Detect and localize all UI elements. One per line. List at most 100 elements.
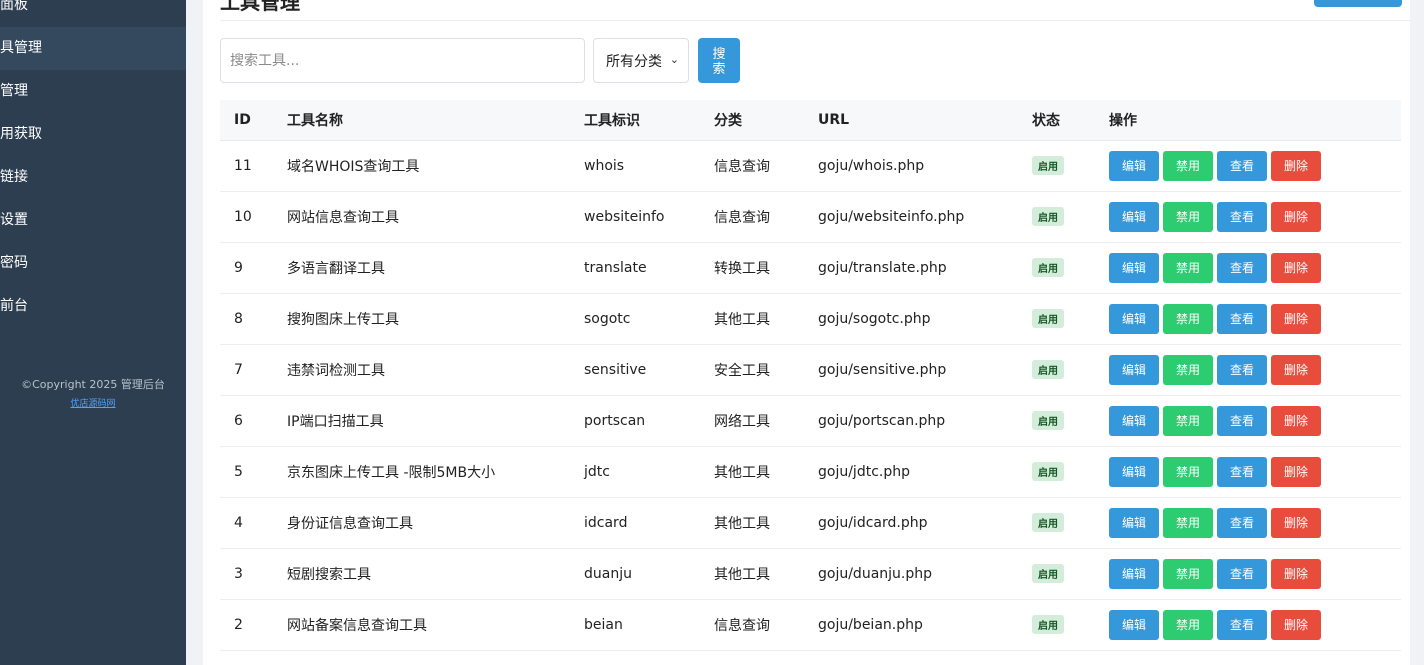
cell-id: 6 xyxy=(220,395,287,447)
view-button[interactable]: 查看 xyxy=(1217,252,1267,283)
disable-button[interactable]: 禁用 xyxy=(1163,303,1213,334)
table-header-row: ID 工具名称 工具标识 分类 URL 状态 操作 xyxy=(220,100,1401,141)
disable-button[interactable]: 禁用 xyxy=(1163,201,1213,232)
disable-button[interactable]: 禁用 xyxy=(1163,558,1213,589)
edit-button[interactable]: 编辑 xyxy=(1109,507,1159,538)
view-button[interactable]: 查看 xyxy=(1217,354,1267,385)
cell-url: goju/portscan.php xyxy=(818,395,1032,447)
sidebar-item[interactable]: 改密码 xyxy=(0,242,186,285)
cell-slug: sogotc xyxy=(584,293,714,345)
cell-name: 违禁词检测工具 xyxy=(287,344,584,396)
cell-slug: idcard xyxy=(584,497,714,549)
cell-slug: beian xyxy=(584,599,714,651)
cell-category: 安全工具 xyxy=(714,344,818,396)
disable-button[interactable]: 禁用 xyxy=(1163,405,1213,436)
cell-actions: 编辑 禁用 查看 删除 xyxy=(1109,344,1401,396)
view-button[interactable]: 查看 xyxy=(1217,150,1267,181)
edit-button[interactable]: 编辑 xyxy=(1109,201,1159,232)
disable-button[interactable]: 禁用 xyxy=(1163,507,1213,538)
delete-button[interactable]: 删除 xyxy=(1271,150,1321,181)
edit-button[interactable]: 编辑 xyxy=(1109,303,1159,334)
cell-status: 启用 xyxy=(1032,599,1109,651)
cell-url: goju/duanju.php xyxy=(818,548,1032,600)
status-badge: 启用 xyxy=(1032,411,1064,430)
delete-button[interactable]: 删除 xyxy=(1271,303,1321,334)
disable-button[interactable]: 禁用 xyxy=(1163,150,1213,181)
view-button[interactable]: 查看 xyxy=(1217,303,1267,334)
edit-button[interactable]: 编辑 xyxy=(1109,252,1159,283)
cell-id: 11 xyxy=(220,140,287,192)
cell-status: 启用 xyxy=(1032,344,1109,396)
cell-url: goju/idcard.php xyxy=(818,497,1032,549)
status-badge: 启用 xyxy=(1032,360,1064,379)
delete-button[interactable]: 删除 xyxy=(1271,252,1321,283)
search-input[interactable] xyxy=(220,38,585,83)
cell-actions: 编辑 禁用 查看 删除 xyxy=(1109,395,1401,447)
cell-id: 5 xyxy=(220,446,287,498)
sidebar-item[interactable]: 工具管理 xyxy=(0,27,186,70)
cell-id: 3 xyxy=(220,548,287,600)
edit-button[interactable]: 编辑 xyxy=(1109,609,1159,640)
delete-button[interactable]: 删除 xyxy=(1271,456,1321,487)
delete-button[interactable]: 删除 xyxy=(1271,507,1321,538)
add-tool-button[interactable] xyxy=(1314,0,1402,7)
cell-category: 其他工具 xyxy=(714,293,818,345)
table-row: 2 网站备案信息查询工具 beian 信息查询 goju/beian.php 启用 编辑 禁用… xyxy=(220,599,1401,651)
status-badge: 启用 xyxy=(1032,156,1064,175)
col-header-url: URL xyxy=(818,100,1032,141)
status-badge: 启用 xyxy=(1032,564,1064,583)
copyright-link[interactable]: 优店源码网 xyxy=(70,399,115,409)
cell-url: goju/websiteinfo.php xyxy=(818,191,1032,243)
delete-button[interactable]: 删除 xyxy=(1271,558,1321,589)
sidebar-item[interactable]: 情链接 xyxy=(0,156,186,199)
view-button[interactable]: 查看 xyxy=(1217,456,1267,487)
cell-category: 信息查询 xyxy=(714,191,818,243)
cell-status: 启用 xyxy=(1032,140,1109,192)
col-header-slug: 工具标识 xyxy=(584,100,714,141)
cell-category: 信息查询 xyxy=(714,599,818,651)
sidebar-item[interactable]: 点设置 xyxy=(0,199,186,242)
cell-url: goju/translate.php xyxy=(818,242,1032,294)
cell-actions: 编辑 禁用 查看 删除 xyxy=(1109,140,1401,192)
view-button[interactable]: 查看 xyxy=(1217,558,1267,589)
delete-button[interactable]: 删除 xyxy=(1271,354,1321,385)
disable-button[interactable]: 禁用 xyxy=(1163,354,1213,385)
table-row: 10 网站信息查询工具 websiteinfo 信息查询 goju/websiteinf… xyxy=(220,191,1401,243)
disable-button[interactable]: 禁用 xyxy=(1163,252,1213,283)
col-header-status: 状态 xyxy=(1032,100,1109,141)
sidebar-item[interactable]: 制面板 xyxy=(0,0,186,27)
view-button[interactable]: 查看 xyxy=(1217,201,1267,232)
delete-button[interactable]: 删除 xyxy=(1271,201,1321,232)
table-row: 5 京东图床上传工具 -限制5MB大小 jdtc 其他工具 goju/jdtc.php 启… xyxy=(220,446,1401,498)
edit-button[interactable]: 编辑 xyxy=(1109,150,1159,181)
sidebar-item[interactable]: 应用获取 xyxy=(0,113,186,156)
disable-button[interactable]: 禁用 xyxy=(1163,609,1213,640)
status-badge: 启用 xyxy=(1032,462,1064,481)
sidebar-item[interactable]: 问前台 xyxy=(0,285,186,328)
view-button[interactable]: 查看 xyxy=(1217,507,1267,538)
edit-button[interactable]: 编辑 xyxy=(1109,456,1159,487)
cell-url: goju/jdtc.php xyxy=(818,446,1032,498)
sidebar: 制面板工具管理类管理应用获取情链接点设置改密码问前台 ©Copyright 20… xyxy=(0,0,186,665)
cell-actions: 编辑 禁用 查看 删除 xyxy=(1109,446,1401,498)
sidebar-item[interactable]: 类管理 xyxy=(0,70,186,113)
view-button[interactable]: 查看 xyxy=(1217,609,1267,640)
search-button[interactable]: 搜索 xyxy=(698,38,740,83)
delete-button[interactable]: 删除 xyxy=(1271,609,1321,640)
cell-id: 2 xyxy=(220,599,287,651)
copyright-text: ©Copyright 2025 管理后台 xyxy=(21,378,165,391)
category-select[interactable]: 所有分类 ⌄ xyxy=(593,38,689,83)
cell-status: 启用 xyxy=(1032,497,1109,549)
disable-button[interactable]: 禁用 xyxy=(1163,456,1213,487)
view-button[interactable]: 查看 xyxy=(1217,405,1267,436)
status-badge: 启用 xyxy=(1032,513,1064,532)
cell-name: IP端口扫描工具 xyxy=(287,395,584,447)
sidebar-footer: ©Copyright 2025 管理后台 优店源码网 xyxy=(0,376,186,413)
cell-id: 4 xyxy=(220,497,287,549)
delete-button[interactable]: 删除 xyxy=(1271,405,1321,436)
cell-status: 启用 xyxy=(1032,395,1109,447)
cell-slug: translate xyxy=(584,242,714,294)
edit-button[interactable]: 编辑 xyxy=(1109,558,1159,589)
edit-button[interactable]: 编辑 xyxy=(1109,354,1159,385)
edit-button[interactable]: 编辑 xyxy=(1109,405,1159,436)
